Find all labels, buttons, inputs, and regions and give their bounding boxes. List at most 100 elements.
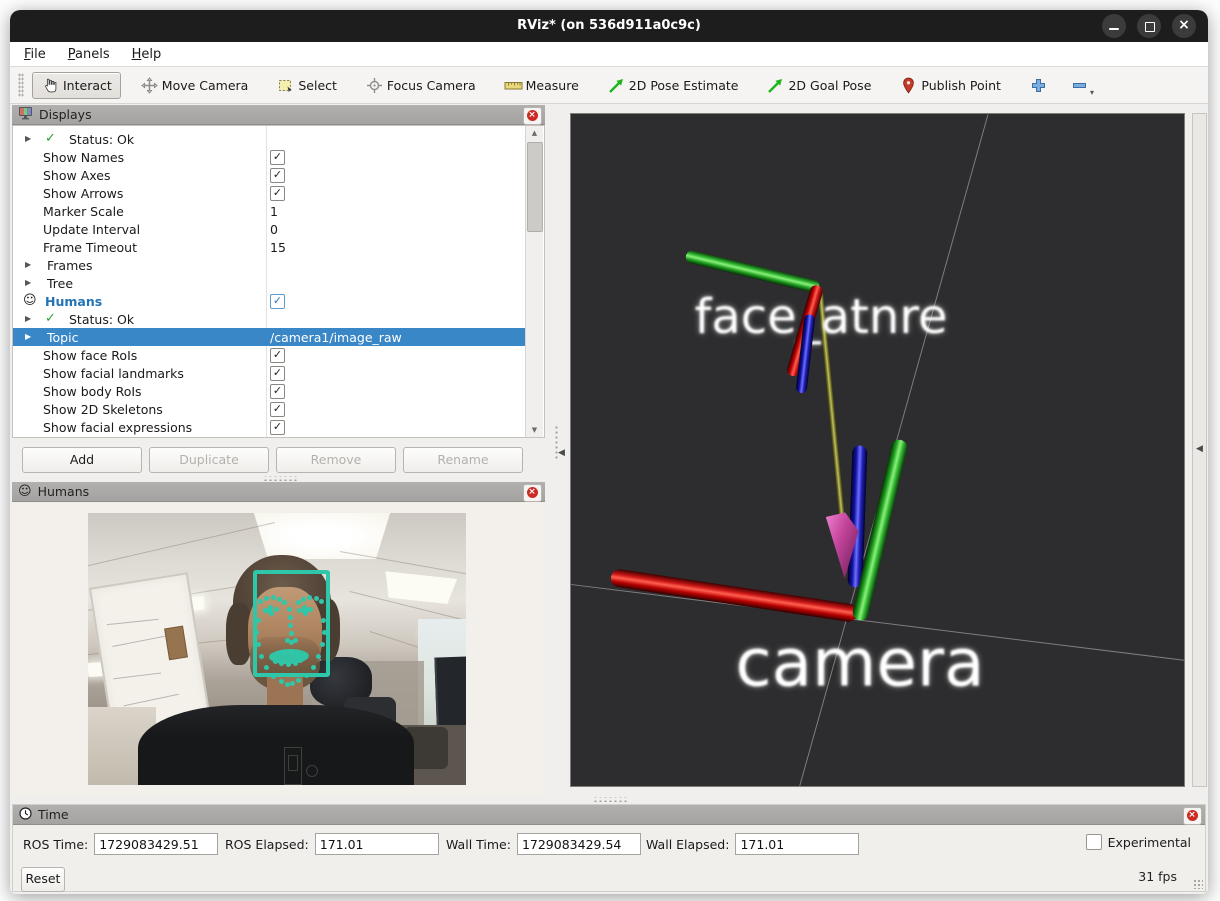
humans-panel: ☺ Humans	[12, 482, 545, 795]
facial-landmark-dot	[316, 654, 321, 659]
facial-landmark-dot	[285, 682, 290, 687]
tree-row-tree[interactable]: ▶Tree	[13, 274, 529, 292]
tool-select[interactable]: Select	[267, 72, 346, 99]
time-close-button[interactable]	[1183, 807, 1202, 825]
tree-row-humans[interactable]: ☺Humans✓	[13, 292, 529, 310]
close-button[interactable]: ×	[1172, 14, 1196, 38]
maximize-button[interactable]	[1137, 14, 1161, 38]
facial-landmark-dot	[297, 608, 302, 613]
collapse-left-icon[interactable]: ◀	[558, 448, 565, 458]
displays-scrollbar[interactable]: ▲ ▼	[525, 126, 543, 437]
tree-row-topic[interactable]: ▶Topic/camera1/image_raw	[13, 328, 531, 346]
collapse-right-icon[interactable]: ◀	[1196, 444, 1203, 454]
add-button[interactable]: Add	[22, 447, 142, 473]
tree-row-update-interval[interactable]: Update Interval0	[13, 220, 529, 238]
tree-row-show-names[interactable]: Show Names✓	[13, 148, 529, 166]
menu-panels[interactable]: Panels	[64, 46, 114, 63]
tree-row-marker-scale[interactable]: Marker Scale1	[13, 202, 529, 220]
time-field-input[interactable]	[735, 833, 859, 855]
tree-row-checkbox[interactable]: ✓	[270, 366, 285, 381]
tree-row-checkbox[interactable]: ✓	[270, 384, 285, 399]
displays-panel-header[interactable]: Displays	[12, 105, 545, 125]
window-controls: ×	[1102, 14, 1196, 38]
displays-close-button[interactable]	[523, 107, 542, 125]
main-splitter[interactable]: ◀	[547, 105, 568, 795]
facial-landmark-dot	[295, 651, 300, 656]
scroll-up-button[interactable]: ▲	[526, 126, 543, 140]
titlebar[interactable]: RViz* (on 536d911a0c9c) ×	[10, 10, 1208, 42]
tree-row-checkbox[interactable]: ✓	[270, 420, 285, 435]
tree-row-frames[interactable]: ▶Frames	[13, 256, 529, 274]
tool-measure[interactable]: Measure	[495, 72, 588, 99]
time-panel: Time Experimental Reset 31 fps ROS Time:…	[12, 804, 1206, 892]
add-tool-button[interactable]	[1020, 72, 1057, 99]
toolbar-drag-handle[interactable]	[18, 73, 24, 97]
tree-row-show-facial-landmarks[interactable]: Show facial landmarks✓	[13, 364, 529, 382]
experimental-checkbox[interactable]	[1086, 834, 1102, 850]
horizontal-splitter[interactable]	[263, 476, 297, 481]
tree-row-checkbox[interactable]: ✓	[270, 402, 285, 417]
humans-close-button[interactable]	[523, 484, 542, 502]
minimize-button[interactable]	[1102, 14, 1126, 38]
facial-landmark-dot	[286, 662, 291, 667]
facial-landmark-dot	[258, 599, 263, 604]
facial-landmark-dot	[254, 630, 259, 635]
scrollbar-thumb[interactable]	[527, 142, 543, 232]
expander-icon[interactable]: ▶	[25, 134, 31, 143]
expander-icon[interactable]: ▶	[25, 260, 31, 269]
tool-2d-pose-estimate[interactable]: 2D Pose Estimate	[598, 72, 748, 99]
displays-buttons-row: AddDuplicateRemoveRename	[12, 447, 545, 473]
tool-interact[interactable]: Interact	[32, 72, 121, 99]
rviz-window: RViz* (on 536d911a0c9c) × File Panels Help…	[10, 10, 1208, 894]
tree-row-show-arrows[interactable]: Show Arrows✓	[13, 184, 529, 202]
time-field-input[interactable]	[517, 833, 641, 855]
smiley-icon: ☺	[23, 293, 37, 308]
tree-row-show-axes[interactable]: Show Axes✓	[13, 166, 529, 184]
tree-row-label: Show 2D Skeletons	[43, 402, 163, 417]
tree-row-checkbox[interactable]: ✓	[270, 168, 285, 183]
tree-row-status-ok[interactable]: ▶✓Status: Ok	[13, 310, 529, 328]
tree-row-checkbox[interactable]: ✓	[270, 294, 285, 309]
tool-2d-goal-pose[interactable]: 2D Goal Pose	[757, 72, 880, 99]
axis-cylinder-green	[684, 249, 820, 294]
ruler-icon	[504, 77, 523, 94]
whiteboard-pinned-item	[164, 626, 188, 661]
menu-file[interactable]: File	[20, 46, 50, 63]
tool-dropdown-caret[interactable]: ▾	[1090, 88, 1094, 97]
right-panel-splitter[interactable]: ◀	[1192, 113, 1207, 787]
menu-help[interactable]: Help	[128, 46, 166, 63]
tshirt-print	[256, 745, 330, 785]
tree-row-show-facial-expressions[interactable]: Show facial expressions ✓	[13, 418, 529, 436]
facial-landmark-dot	[314, 596, 319, 601]
time-field-input[interactable]	[94, 833, 218, 855]
tree-row-status-ok[interactable]: ▶✓Status: Ok	[13, 130, 529, 148]
scroll-down-button[interactable]: ▼	[526, 423, 543, 437]
tree-row-show-body-rois[interactable]: Show body RoIs✓	[13, 382, 529, 400]
reset-button[interactable]: Reset	[21, 867, 65, 892]
tree-row-checkbox[interactable]: ✓	[270, 186, 285, 201]
remove-tool-button[interactable]: ▾	[1061, 69, 1103, 102]
facial-landmark-dot	[271, 595, 276, 600]
tree-row-show-face-rois[interactable]: Show face RoIs✓	[13, 346, 529, 364]
time-panel-header[interactable]: Time	[13, 805, 1205, 825]
time-splitter[interactable]	[593, 797, 627, 802]
tool-focus-camera[interactable]: Focus Camera	[356, 72, 485, 99]
expander-icon[interactable]: ▶	[25, 278, 31, 287]
tree-row-frame-timeout[interactable]: Frame Timeout15	[13, 238, 529, 256]
displays-icon	[18, 105, 33, 124]
expander-icon[interactable]: ▶	[25, 314, 31, 323]
time-field-ros-elapsed: ROS Elapsed:	[225, 833, 439, 855]
resize-grip[interactable]	[1193, 879, 1203, 889]
expander-icon[interactable]: ▶	[25, 332, 31, 341]
tool-publish-point[interactable]: Publish Point	[890, 72, 1010, 99]
tree-row-checkbox[interactable]: ✓	[270, 348, 285, 363]
tree-row-checkbox[interactable]: ✓	[270, 150, 285, 165]
3d-viewport[interactable]: face_atnrecamera	[570, 113, 1185, 787]
tree-row-label: Frame Timeout	[43, 240, 137, 255]
tree-row-label: Show facial expressions	[43, 420, 192, 435]
tool-move-camera[interactable]: Move Camera	[131, 72, 258, 99]
clock-icon	[19, 805, 32, 824]
tree-row-show-2d-skeletons[interactable]: Show 2D Skeletons ✓	[13, 400, 529, 418]
humans-panel-header[interactable]: ☺ Humans	[12, 482, 545, 502]
time-field-input[interactable]	[315, 833, 439, 855]
